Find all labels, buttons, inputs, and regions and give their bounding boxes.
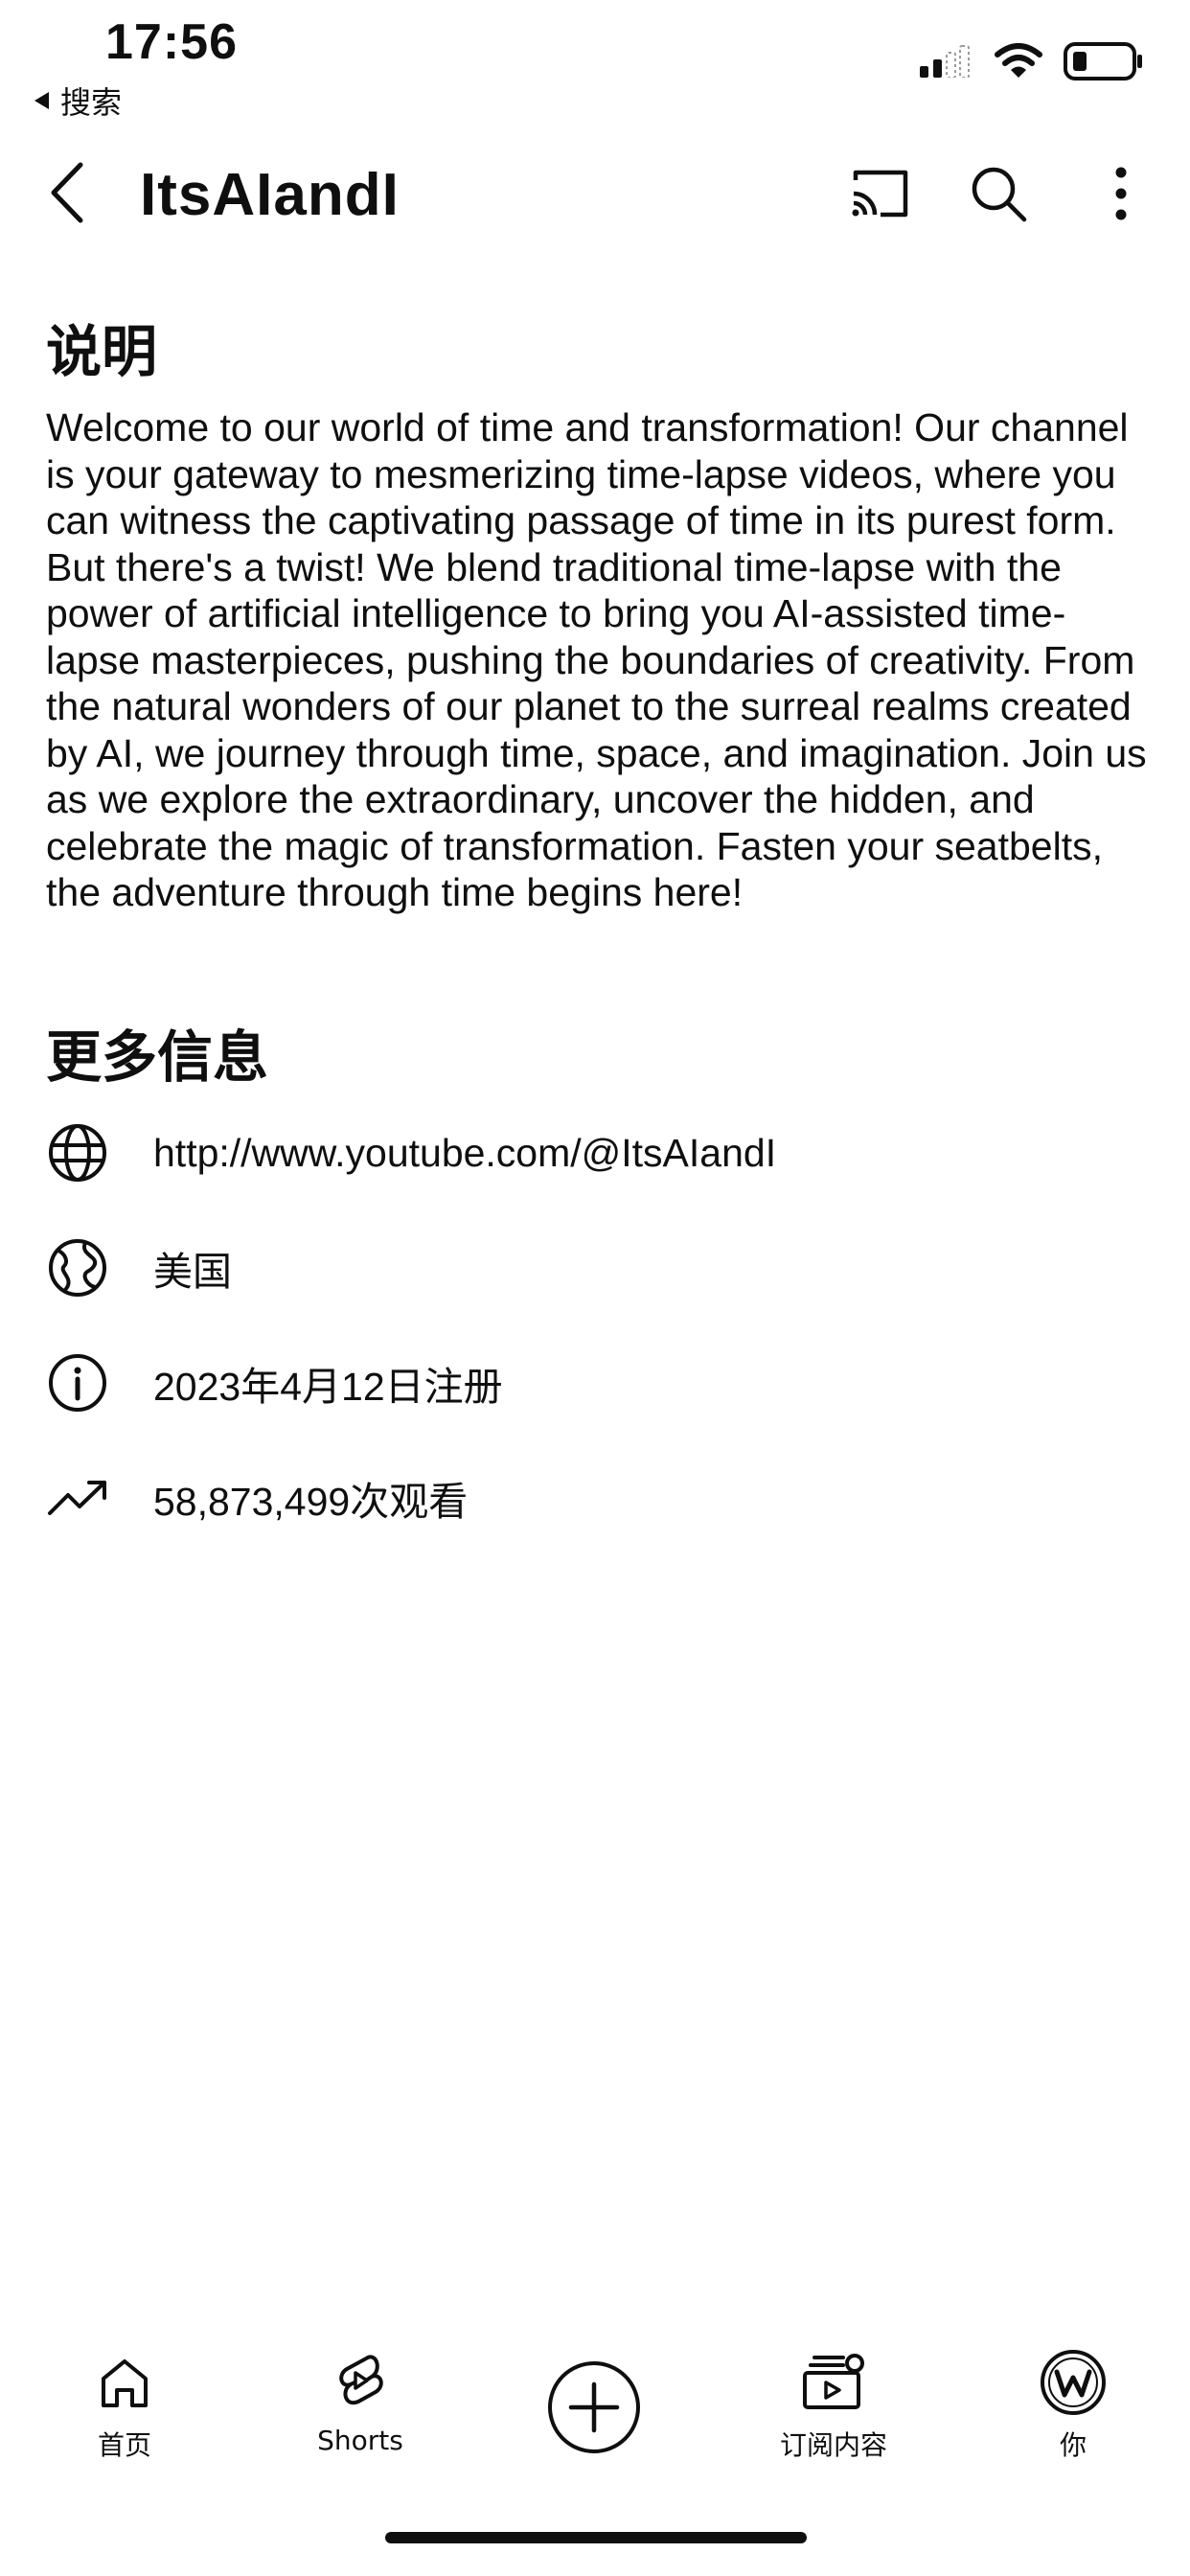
nav-you[interactable]: 你 [977,2348,1169,2463]
channel-title: ItsAIandI [140,162,400,228]
app-header: ItsAIandI [0,144,1190,240]
more-info-heading: 更多信息 [46,1024,269,1090]
trending-icon [48,1481,106,1515]
status-icons [920,42,1144,80]
search-icon [972,167,1027,222]
nav-you-label: 你 [1059,2429,1087,2461]
total-views: 58,873,499次观看 [153,1480,469,1524]
nav-subscriptions-label: 订阅内容 [779,2429,887,2461]
more-vert-icon [1115,167,1127,220]
home-icon [102,2359,148,2407]
globe-link-icon [49,1124,106,1182]
more-options-button[interactable] [1088,161,1154,226]
country-row: 美国 [46,1234,232,1301]
shorts-icon [339,2355,383,2405]
wifi-icon [995,43,1042,78]
back-triangle-icon [34,92,49,109]
status-time: 17:56 [105,14,238,70]
create-button[interactable] [546,2359,642,2455]
cast-icon [852,170,908,218]
nav-home-label: 首页 [97,2429,151,2461]
status-back-to-search[interactable]: 搜索 [34,79,122,123]
channel-link[interactable]: http://www.youtube.com/@ItsAIandI [153,1131,776,1176]
views-row: 58,873,499次观看 [46,1464,468,1531]
status-back-label: 搜索 [60,84,123,121]
joined-row: 2023年4月12日注册 [46,1349,503,1416]
nav-subscriptions[interactable]: 订阅内容 [738,2348,929,2463]
home-indicator [385,2532,807,2543]
avatar-icon [1041,2350,1106,2415]
joined-date: 2023年4月12日注册 [153,1365,503,1409]
back-arrow-icon [51,162,83,223]
info-icon [49,1354,106,1412]
battery-icon [1064,42,1142,80]
globe-country-icon [49,1239,106,1297]
back-button[interactable] [42,159,100,226]
nav-home[interactable]: 首页 [29,2348,220,2463]
nav-shorts[interactable]: Shorts [264,2348,456,2456]
subscriptions-icon [803,2354,864,2409]
create-icon [548,2361,640,2453]
channel-description: Welcome to our world of time and transfo… [46,405,1147,914]
cast-button[interactable] [847,161,912,226]
signal-icon [920,45,970,78]
description-heading: 说明 [46,319,158,384]
search-button[interactable] [966,161,1031,226]
country-text: 美国 [153,1250,232,1294]
bottom-navigation: 首页 Shorts 订阅内容 你 [0,2348,1190,2492]
channel-link-row[interactable]: http://www.youtube.com/@ItsAIandI [46,1119,776,1186]
nav-shorts-label: Shorts [317,2425,403,2456]
